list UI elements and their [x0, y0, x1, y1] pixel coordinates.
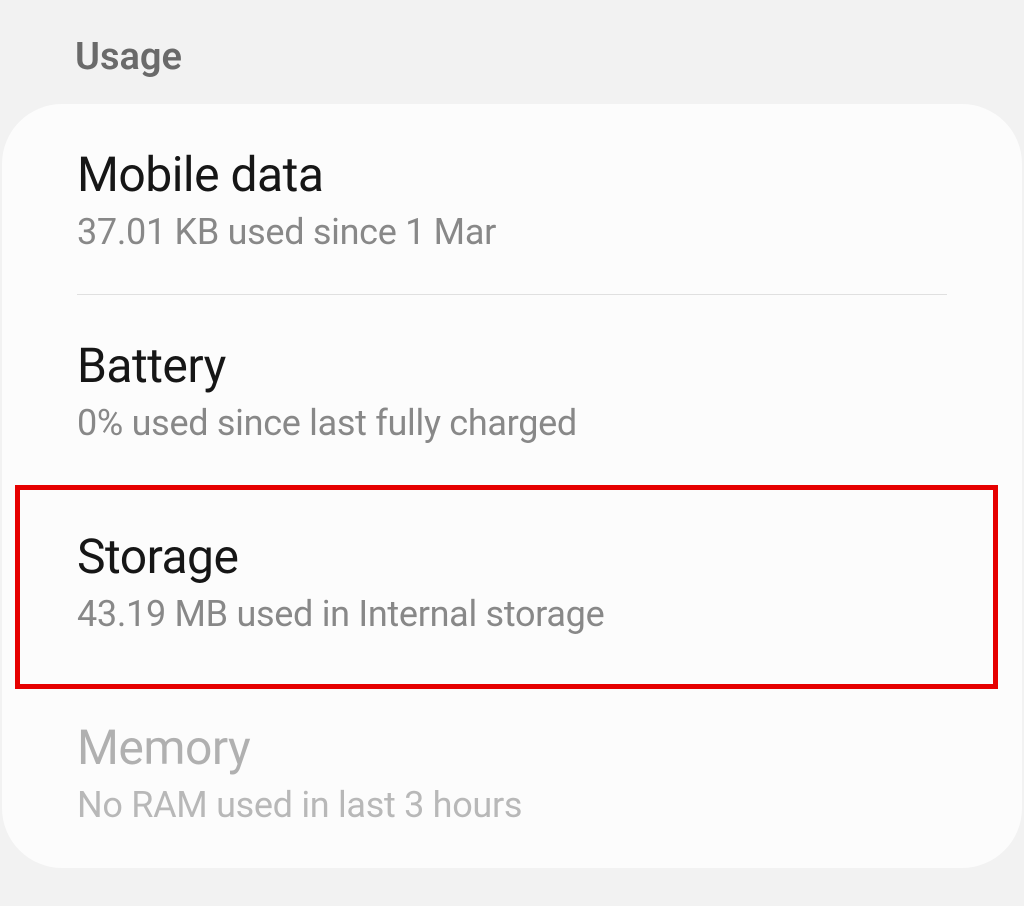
- section-header-usage: Usage: [0, 0, 1024, 104]
- item-subtitle: 0% used since last fully charged: [77, 402, 947, 444]
- item-subtitle: No RAM used in last 3 hours: [77, 784, 947, 826]
- item-title: Battery: [77, 337, 947, 394]
- item-title: Storage: [77, 528, 947, 585]
- item-title: Mobile data: [77, 146, 947, 203]
- item-title: Memory: [77, 719, 947, 776]
- list-item-memory: Memory No RAM used in last 3 hours: [2, 677, 1022, 868]
- item-subtitle: 37.01 KB used since 1 Mar: [77, 211, 947, 253]
- list-item-storage[interactable]: Storage 43.19 MB used in Internal storag…: [2, 486, 1022, 677]
- usage-card: Mobile data 37.01 KB used since 1 Mar Ba…: [2, 104, 1022, 868]
- list-item-battery[interactable]: Battery 0% used since last fully charged: [2, 295, 1022, 486]
- list-item-mobile-data[interactable]: Mobile data 37.01 KB used since 1 Mar: [2, 104, 1022, 295]
- item-subtitle: 43.19 MB used in Internal storage: [77, 593, 947, 635]
